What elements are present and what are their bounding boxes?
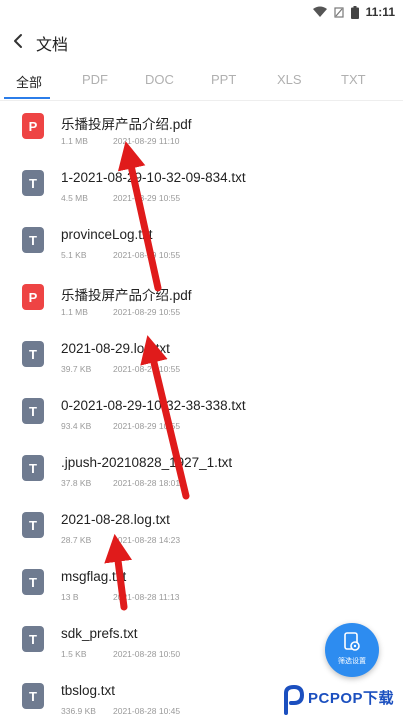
file-name: 2021-08-28.log.txt [61,512,170,527]
file-date: 2021-08-29 10:55 [113,250,181,260]
pcpop-logo-icon [284,685,305,715]
file-date: 2021-08-28 10:45 [113,706,181,716]
status-time: 11:11 [365,5,395,19]
pdf-file-icon: P [22,113,44,139]
file-name: sdk_prefs.txt [61,626,138,641]
txt-file-icon: T [22,626,44,652]
file-type-tabs: 全部 PDF DOC PPT XLS TXT [0,62,403,101]
top-bar: 文档 [0,24,403,60]
active-tab-indicator [4,97,50,99]
file-date: 2021-08-28 18:01 [113,478,181,488]
tab-ppt[interactable]: PPT [211,72,236,87]
watermark-text: PCPOP下载 [308,690,395,707]
tab-pdf[interactable]: PDF [82,72,108,87]
txt-file-icon: T [22,569,44,595]
file-date: 2021-08-29 10:55 [113,364,181,374]
file-name: 1-2021-08-29-10-32-09-834.txt [61,170,246,185]
file-size: 1.5 KB [61,649,87,659]
file-date: 2021-08-29 10:55 [113,307,181,317]
file-size: 336.9 KB [61,706,96,716]
file-name: 乐播投屏产品介绍.pdf [61,288,192,303]
file-date: 2021-08-29 11:10 [113,136,180,146]
file-size: 5.1 KB [61,250,87,260]
file-date: 2021-08-28 11:13 [113,592,180,602]
txt-file-icon: T [22,398,44,424]
file-row[interactable]: T msgflag.txt 13 B 2021-08-28 11:13 [0,556,403,613]
file-size: 93.4 KB [61,421,92,431]
status-bar: 11:11 [0,0,403,24]
file-name: tbslog.txt [61,683,116,698]
file-size: 1.1 MB [61,307,88,317]
signal-icon [334,7,344,18]
file-row[interactable]: T .jpush-20210828_1927_1.txt 37.8 KB 202… [0,442,403,499]
tab-xls[interactable]: XLS [277,72,302,87]
file-row[interactable]: P 乐播投屏产品介绍.pdf 1.1 MB 2021-08-29 10:55 [0,271,403,328]
txt-file-icon: T [22,683,44,709]
file-row[interactable]: T provinceLog.txt 5.1 KB 2021-08-29 10:5… [0,214,403,271]
file-row[interactable]: T 2021-08-29.log.txt 39.7 KB 2021-08-29 … [0,328,403,385]
file-size: 37.8 KB [61,478,92,488]
file-name: 乐播投屏产品介绍.pdf [61,117,192,132]
file-name: 2021-08-29.log.txt [61,341,170,356]
pdf-file-icon: P [22,284,44,310]
file-name: .jpush-20210828_1927_1.txt [61,455,233,470]
back-arrow-icon[interactable] [10,32,28,50]
wifi-icon [312,6,327,17]
txt-file-icon: T [22,227,44,253]
file-size: 39.7 KB [61,364,92,374]
tab-all[interactable]: 全部 [16,72,42,91]
file-name: provinceLog.txt [61,227,153,242]
file-row[interactable]: T 2021-08-28.log.txt 28.7 KB 2021-08-28 … [0,499,403,556]
filter-settings-icon [344,632,360,651]
file-date: 2021-08-28 14:23 [113,535,181,545]
file-size: 28.7 KB [61,535,92,545]
watermark: PCPOP下载 [282,683,402,717]
page-title: 文档 [36,37,69,54]
txt-file-icon: T [22,455,44,481]
file-date: 2021-08-29 10:55 [113,193,181,203]
tab-txt[interactable]: TXT [341,72,366,87]
file-row[interactable]: T 0-2021-08-29-10-32-38-338.txt 93.4 KB … [0,385,403,442]
file-name: msgflag.txt [61,569,127,584]
txt-file-icon: T [22,512,44,538]
file-date: 2021-08-29 10:55 [113,421,181,431]
file-row[interactable]: T 1-2021-08-29-10-32-09-834.txt 4.5 MB 2… [0,157,403,214]
file-size: 4.5 MB [61,193,88,203]
txt-file-icon: T [22,170,44,196]
txt-file-icon: T [22,341,44,367]
status-icons: 11:11 [312,3,395,21]
filter-settings-label: 筛选设置 [338,658,366,665]
tab-doc[interactable]: DOC [145,72,174,87]
file-size: 1.1 MB [61,136,88,146]
file-row[interactable]: P 乐播投屏产品介绍.pdf 1.1 MB 2021-08-29 11:10 [0,100,403,157]
filter-settings-button[interactable]: 筛选设置 [325,623,379,677]
file-size: 13 B [61,592,79,602]
file-name: 0-2021-08-29-10-32-38-338.txt [61,398,246,413]
file-date: 2021-08-28 10:50 [113,649,181,659]
battery-icon [350,5,359,19]
